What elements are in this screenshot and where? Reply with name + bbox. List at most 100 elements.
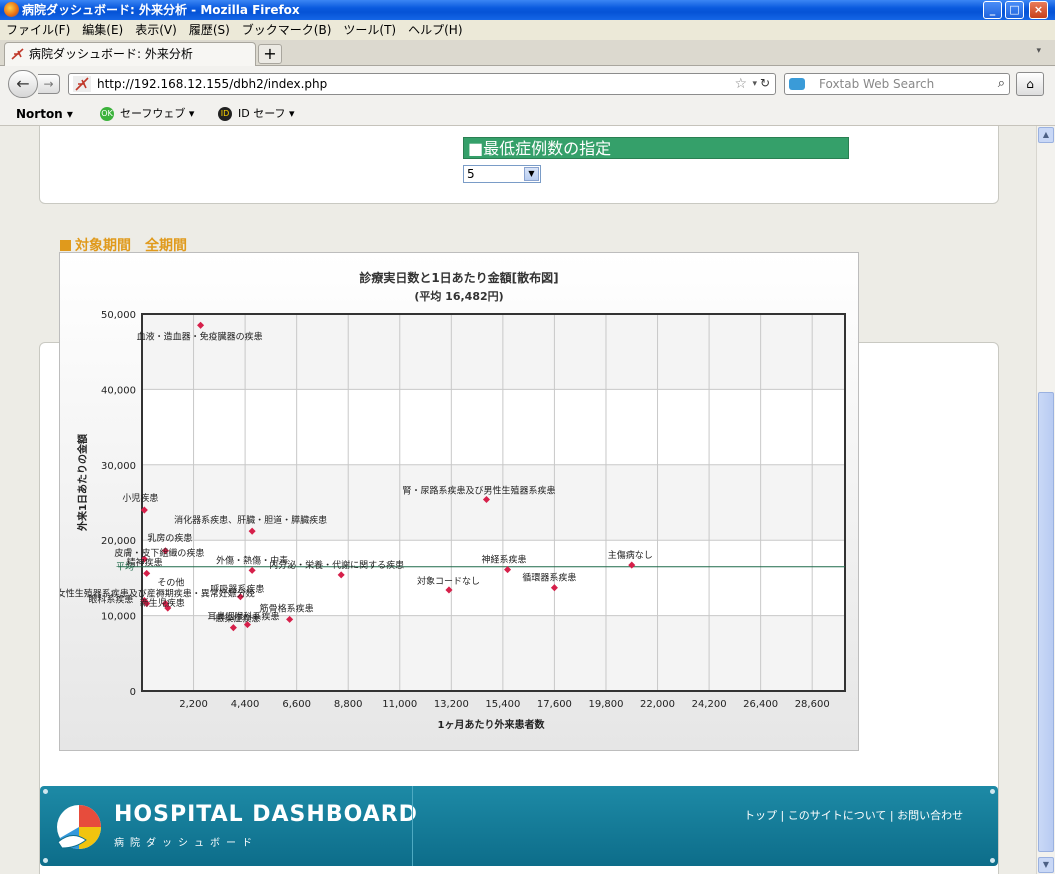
maximize-button[interactable]: □ [1005,1,1024,19]
point-label: 新生児疾患 [140,597,185,609]
scrollbar-thumb[interactable] [1038,392,1054,852]
y-tick-label: 50,000 [101,310,136,321]
menu-bar: ファイル(F) 編集(E) 表示(V) 履歴(S) ブックマーク(B) ツール(T) ヘルプ… [0,20,1055,40]
tab-hospital-dashboard[interactable]: 病院ダッシュボード: 外来分析 [4,42,256,66]
x-tick-label: 15,400 [485,699,520,710]
home-button[interactable]: ⌂ [1016,72,1044,96]
search-icon[interactable]: ⌕ [998,74,1005,94]
point-label: 消化器系疾患、肝臓・胆道・膵臓疾患 [174,514,327,526]
chart-subtitle: (平均 16,482円) [414,289,503,303]
close-button[interactable]: × [1029,1,1048,19]
hospital-dashboard-logo-icon [57,805,101,849]
x-tick-label: 28,600 [795,699,830,710]
tab-list-icon[interactable]: ▾ [1036,46,1041,56]
x-tick-label: 22,000 [640,699,675,710]
scatter-chart-svg: 2,200 4,400 6,600 8,800 11,000 13,200 15,400 17… [57,270,846,731]
x-tick-label: 24,200 [692,699,727,710]
point-label: 主傷病なし [608,549,653,561]
x-tick-label: 26,400 [743,699,778,710]
min-cases-value: 5 [467,167,475,181]
norton-toolbar: Norton ▾ OK セーフウェブ ▾ ID ID セーフ ▾ [0,102,1055,126]
point-label: 精神疾患 [127,556,163,568]
corner-rivet-icon [990,858,995,863]
chart-title: 診療実日数と1日あたり金額[散布図] [359,270,558,285]
menu-file[interactable]: ファイル(F) [0,20,76,40]
menu-help[interactable]: ヘルプ(H) [402,20,468,40]
menu-edit[interactable]: 編集(E) [76,20,129,40]
footer-links[interactable]: トップ | このサイトについて | お問い合わせ [744,807,963,823]
y-tick-label: 0 [130,687,136,698]
search-placeholder: Foxtab Web Search [819,77,935,91]
x-tick-label: 19,800 [588,699,623,710]
url-text: http://192.168.12.155/dbh2/index.php [97,77,328,91]
y-tick-label: 10,000 [101,612,136,623]
vertical-scrollbar[interactable]: ▲ ▼ [1036,126,1055,874]
point-label: 血液・造血器・免疫臓器の疾患 [137,330,263,342]
site-favicon-icon [11,48,24,60]
footer-divider [412,786,413,866]
y-axis-label: 外来1日あたりの金額 [76,434,89,532]
idsafe-menu[interactable]: ID ID セーフ ▾ [218,102,295,126]
footer-logo-subtext: 病院ダッシュボード [114,838,258,849]
min-cases-heading: ■最低症例数の指定 [463,137,849,159]
point-label: 皮膚・皮下組織の疾患 [114,547,204,559]
point-label: 対象コードなし [417,575,480,587]
norton-menu[interactable]: Norton ▾ [16,102,73,126]
x-tick-label: 13,200 [434,699,469,710]
point-label: 腎・尿路系疾患及び男性生殖器系疾患 [402,484,555,496]
footer-logo-text: HOSPITAL DASHBOARD [114,802,418,827]
safeweb-label: セーフウェブ ▾ [120,107,195,120]
window-title: 病院ダッシュボード: 外来分析 - Mozilla Firefox [22,3,300,17]
x-tick-label: 6,600 [282,699,311,710]
corner-rivet-icon [43,858,48,863]
forward-button[interactable]: → [38,74,60,94]
x-tick-label: 4,400 [231,699,260,710]
x-axis-label: 1ヶ月あたり外来患者数 [438,718,546,731]
point-label: その他 [157,577,184,589]
corner-rivet-icon [43,789,48,794]
safeweb-menu[interactable]: OK セーフウェブ ▾ [100,102,194,126]
reload-button[interactable]: ↻ [756,74,774,92]
chevron-down-icon[interactable]: ▼ [524,167,539,181]
scroll-down-arrow-icon[interactable]: ▼ [1038,857,1054,873]
scroll-up-arrow-icon[interactable]: ▲ [1038,127,1054,143]
idsafe-label: ID セーフ ▾ [238,107,295,120]
firefox-icon [4,2,19,17]
back-button[interactable]: ← [8,70,38,98]
site-footer: HOSPITAL DASHBOARD 病院ダッシュボード トップ | このサイト… [40,786,998,866]
window-titlebar: 病院ダッシュボード: 外来分析 - Mozilla Firefox _ □ × [0,0,1055,20]
corner-rivet-icon [990,789,995,794]
point-label: 小児疾患 [122,492,158,504]
point-label: 内分泌・栄養・代謝に関する疾患 [269,559,404,571]
menu-view[interactable]: 表示(V) [129,20,183,40]
point-label: 循環器系疾患 [522,572,576,584]
x-tick-label: 8,800 [334,699,363,710]
grid-band [142,314,845,390]
url-bar[interactable]: http://192.168.12.155/dbh2/index.php ☆ ▾ [68,73,776,95]
point-label: 神経系疾患 [482,554,527,566]
x-tick-label: 11,000 [382,699,417,710]
search-engine-icon[interactable] [789,78,805,90]
x-tick-label: 17,600 [537,699,572,710]
point-label: 眼科系疾患 [88,594,133,606]
minimize-button[interactable]: _ [983,1,1002,19]
idsafe-icon: ID [218,107,232,121]
tab-bar: 病院ダッシュボード: 外来分析 + ▾ [0,40,1055,66]
point-label: 感染症疾患 [215,613,260,625]
site-identity-icon [73,76,91,92]
min-cases-select[interactable]: 5 ▼ [463,165,541,183]
y-tick-label: 40,000 [101,385,136,396]
new-tab-button[interactable]: + [258,44,282,64]
y-tick-label: 30,000 [101,461,136,472]
search-bar[interactable]: Foxtab Web Search ⌕ [784,73,1010,95]
menu-bookmarks[interactable]: ブックマーク(B) [236,20,338,40]
safeweb-ok-icon: OK [100,107,114,121]
y-tick-label: 20,000 [101,536,136,547]
bookmark-star-icon[interactable]: ☆ [734,74,747,94]
menu-tools[interactable]: ツール(T) [337,20,402,40]
scatter-chart: 2,200 4,400 6,600 8,800 11,000 13,200 15,400 17… [57,252,859,751]
x-tick-label: 2,200 [179,699,208,710]
tab-title: 病院ダッシュボード: 外来分析 [29,47,193,61]
menu-history[interactable]: 履歴(S) [183,20,236,40]
navigation-toolbar: ← → http://192.168.12.155/dbh2/index.php… [0,66,1055,102]
